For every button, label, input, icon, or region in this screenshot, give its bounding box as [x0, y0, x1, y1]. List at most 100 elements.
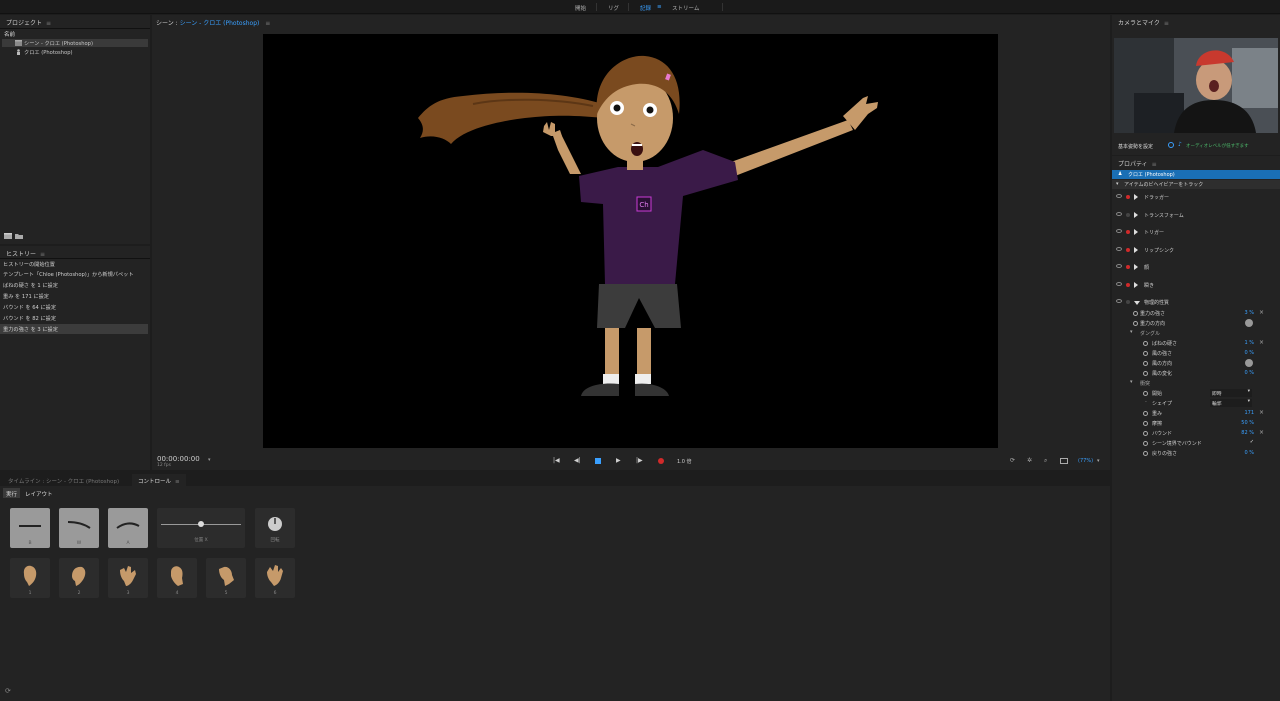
param-value[interactable]: 3 %: [1244, 310, 1254, 316]
hand-trigger-5[interactable]: 5: [206, 558, 246, 598]
param-value[interactable]: 0 %: [1244, 370, 1254, 376]
panel-menu-icon[interactable]: ≡: [1164, 20, 1169, 27]
behavior-row-lipsync[interactable]: リップシンク: [1112, 246, 1280, 255]
workspace-stream[interactable]: ストリーム: [672, 4, 699, 12]
history-item[interactable]: 重み を 171 に設定: [0, 291, 148, 301]
panel-menu-icon[interactable]: ≡: [40, 251, 45, 258]
param-bounce[interactable]: バウンド 82 % ×: [1112, 429, 1280, 438]
param-value[interactable]: 1 %: [1244, 340, 1254, 346]
project-item-scene[interactable]: シーン - クロエ (Photoshop): [2, 39, 148, 47]
param-arm-icon[interactable]: [1143, 341, 1148, 346]
panel-menu-icon[interactable]: ≡: [1152, 161, 1157, 168]
group-collide[interactable]: ▾ 衝突: [1112, 379, 1280, 388]
param-arm-icon[interactable]: [1143, 371, 1148, 376]
behavior-row-physics[interactable]: 物理的性質: [1112, 298, 1280, 307]
record-arm-icon[interactable]: [1126, 283, 1130, 287]
scene-title-link[interactable]: シーン - クロエ (Photoshop): [180, 20, 260, 27]
title-safe-icon[interactable]: [1060, 458, 1068, 464]
param-arm-icon[interactable]: [1143, 351, 1148, 356]
subtab-layout[interactable]: レイアウト: [22, 488, 56, 498]
param-arm-icon[interactable]: [1143, 361, 1148, 366]
hand-trigger-4[interactable]: 4: [157, 558, 197, 598]
puppet-character[interactable]: Ch: [263, 34, 998, 448]
brow-trigger-w[interactable]: W: [59, 508, 99, 548]
param-arm-icon[interactable]: [1143, 411, 1148, 416]
expand-icon[interactable]: [1134, 247, 1138, 253]
expand-icon[interactable]: [1134, 194, 1138, 200]
timecode[interactable]: 00:00:00:00: [157, 455, 200, 463]
hand-trigger-2[interactable]: 2: [59, 558, 99, 598]
param-arm-icon[interactable]: [1143, 441, 1148, 446]
workspace-rig[interactable]: リグ: [608, 4, 619, 12]
eye-icon[interactable]: [1116, 299, 1122, 303]
workspace-menu-icon[interactable]: ≡: [657, 4, 662, 10]
record-arm-icon[interactable]: [1126, 230, 1130, 234]
param-friction[interactable]: 摩擦 50 %: [1112, 419, 1280, 428]
eye-icon[interactable]: [1116, 229, 1122, 233]
step-forward-icon[interactable]: |▶: [636, 457, 643, 464]
param-start[interactable]: 開始 即時 ▾: [1112, 389, 1280, 398]
brow-trigger-b[interactable]: B: [10, 508, 50, 548]
hand-trigger-6[interactable]: 6: [255, 558, 295, 598]
record-arm-icon[interactable]: [1126, 248, 1130, 252]
step-back-icon[interactable]: ◀|: [574, 457, 581, 464]
eye-icon[interactable]: [1116, 194, 1122, 198]
slider-knob[interactable]: [198, 521, 204, 527]
param-value[interactable]: 0 %: [1244, 350, 1254, 356]
param-wind-direction[interactable]: 風の方向: [1112, 359, 1280, 368]
reset-icon[interactable]: ×: [1259, 309, 1264, 316]
param-arm-icon[interactable]: [1143, 451, 1148, 456]
tab-controls[interactable]: コントロール ≡: [132, 474, 186, 486]
selected-puppet[interactable]: ♟ クロエ (Photoshop): [1112, 170, 1280, 179]
collapse-icon[interactable]: ▾: [1130, 379, 1133, 385]
history-item[interactable]: テンプレート「Chloe (Photoshop)」から新規パペット: [0, 269, 148, 279]
workspace-record[interactable]: 記録: [640, 4, 651, 12]
camera-toggle-icon[interactable]: [1168, 142, 1174, 148]
zoom-menu-icon[interactable]: ▾: [1097, 458, 1100, 464]
eye-icon[interactable]: [1116, 282, 1122, 286]
history-item[interactable]: バウンド を 64 に設定: [0, 302, 148, 312]
expand-icon[interactable]: [1134, 212, 1138, 218]
collapse-icon[interactable]: ▾: [1130, 329, 1133, 335]
record-arm-icon[interactable]: [1126, 300, 1130, 304]
hand-trigger-1[interactable]: 1: [10, 558, 50, 598]
play-icon[interactable]: ▶: [616, 457, 621, 464]
rotate-dial[interactable]: 回転: [255, 508, 295, 548]
zoom-level[interactable]: (77%): [1078, 458, 1093, 464]
scene-stage[interactable]: Ch: [263, 34, 998, 448]
panel-menu-icon[interactable]: ≡: [46, 20, 51, 27]
direction-dial-icon[interactable]: [1245, 359, 1253, 367]
param-value[interactable]: 171: [1244, 410, 1254, 416]
panel-menu-icon[interactable]: ≡: [175, 479, 180, 485]
group-dangle[interactable]: ▾ ダングル: [1112, 329, 1280, 338]
set-rest-pose-button[interactable]: 基本姿勢を設定: [1118, 143, 1153, 150]
history-item[interactable]: ヒストリーの開始位置: [0, 259, 148, 269]
record-arm-icon[interactable]: [1126, 213, 1130, 217]
refresh-icon[interactable]: ⟳: [5, 687, 11, 695]
behavior-row-transform[interactable]: トランスフォーム: [1112, 211, 1280, 220]
project-item-puppet[interactable]: クロエ (Photoshop): [2, 48, 148, 56]
param-shape[interactable]: - シェイプ 輪郭 ▾: [1112, 399, 1280, 408]
eye-icon[interactable]: [1116, 264, 1122, 268]
direction-dial-icon[interactable]: [1245, 319, 1253, 327]
subtab-exec[interactable]: 実行: [3, 488, 21, 498]
behavior-row-blink[interactable]: 瞬き: [1112, 281, 1280, 290]
eye-icon[interactable]: [1116, 247, 1122, 251]
param-arm-icon[interactable]: [1143, 391, 1148, 396]
expand-icon[interactable]: [1134, 264, 1138, 270]
param-value[interactable]: 50 %: [1241, 420, 1254, 426]
go-to-start-icon[interactable]: |◀: [553, 457, 560, 464]
brow-trigger-a[interactable]: A: [108, 508, 148, 548]
record-icon[interactable]: [658, 458, 664, 464]
param-value[interactable]: 82 %: [1241, 430, 1254, 436]
microphone-icon[interactable]: ♪: [1178, 141, 1182, 148]
param-arm-icon[interactable]: [1133, 321, 1138, 326]
param-bounce-edges[interactable]: シーン境界でバウンド ✓: [1112, 439, 1280, 448]
collapse-icon[interactable]: [1134, 301, 1140, 305]
param-wind-strength[interactable]: 風の強さ 0 %: [1112, 349, 1280, 358]
timecode-menu-icon[interactable]: ▾: [208, 457, 211, 463]
start-dropdown[interactable]: 即時 ▾: [1210, 389, 1252, 397]
folder-icon[interactable]: [15, 233, 23, 239]
shape-dropdown[interactable]: 輪郭 ▾: [1210, 399, 1252, 407]
stop-icon[interactable]: [595, 458, 601, 464]
